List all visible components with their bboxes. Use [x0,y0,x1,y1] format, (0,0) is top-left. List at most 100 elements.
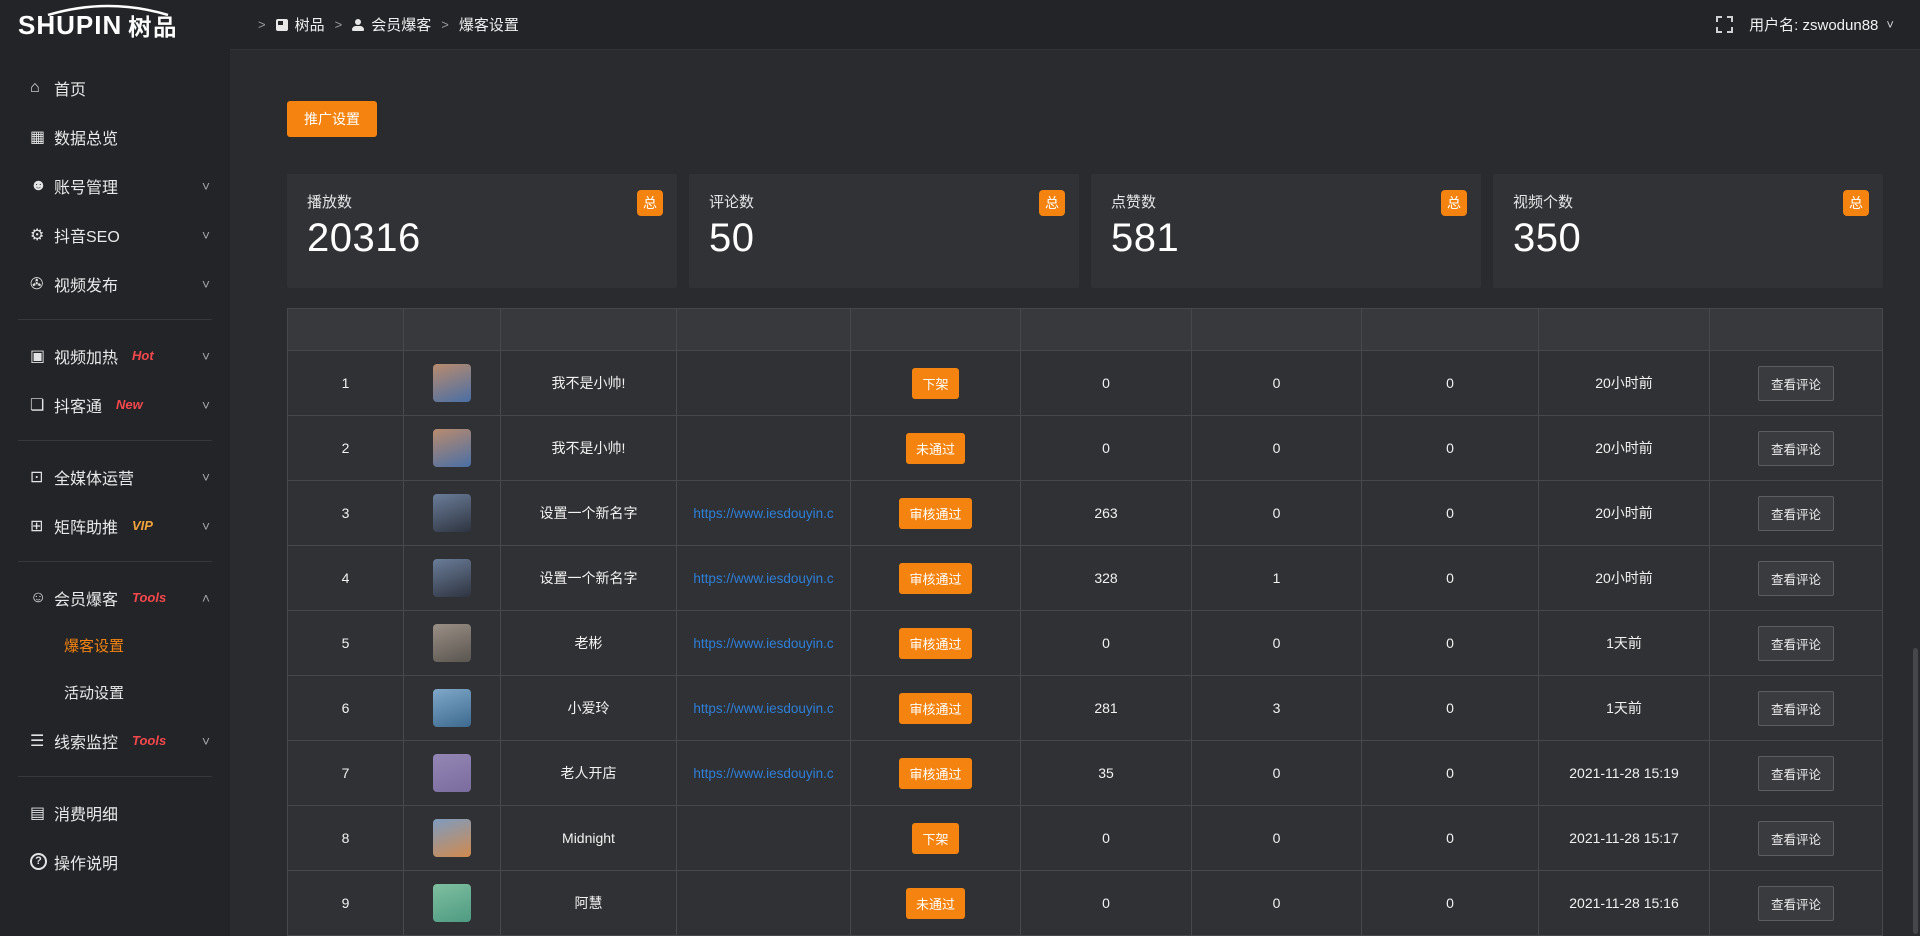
cell-likes: 0 [1192,806,1362,871]
video-link[interactable]: https://www.iesdouyin.c [693,701,833,716]
table-row: 9 阿慧 未通过 0 0 0 2021-11-28 15:16 查看评论 [288,871,1882,936]
chevron-icon: ˅ [202,276,210,292]
cell-time: 2021-11-28 15:19 [1539,741,1710,806]
stat-label: 评论数 [709,191,1059,212]
stat-card-plays: 播放数 20316 总 [287,174,677,288]
sidebar-item-label: 操作说明 [54,850,118,874]
table-header-cell [677,309,851,351]
caret-down-icon[interactable]: ˅ [1886,17,1894,32]
sidebar-item-consume-detail[interactable]: ▤ 消费明细 [0,788,230,837]
sidebar-item-data-overview[interactable]: ▦ 数据总览 [0,112,230,161]
cell-time: 20小时前 [1539,351,1710,416]
cell-comments: 0 [1362,481,1539,546]
cell-nickname: 我不是小帅! [501,351,677,416]
promo-settings-button[interactable]: 推广设置 [287,101,377,137]
sidebar-menu: ⌂ 首页 ▦ 数据总览 ☻ 账号管理 ˅ ⚙ 抖音SEO ˅ ✇ [0,50,230,886]
cell-nickname: 设置一个新名字 [501,481,677,546]
sidebar-item-label: 数据总览 [54,125,118,149]
scrollbar-thumb[interactable] [1913,648,1918,934]
cell-time: 20小时前 [1539,546,1710,611]
cell-comments: 0 [1362,676,1539,741]
sidebar-item-label: 首页 [54,76,86,100]
stat-card-comments: 评论数 50 总 [689,174,1079,288]
cell-avatar [404,611,501,676]
sidebar-item-video-publish[interactable]: ✇ 视频发布 ˅ [0,259,230,308]
breadcrumb-item-member-baoke[interactable]: > 会员爆客 [335,14,432,35]
cell-status: 下架 [851,806,1021,871]
cell-id: 6 [288,676,404,741]
cell-action: 查看评论 [1710,676,1882,741]
cell-nickname: 设置一个新名字 [501,546,677,611]
sidebar-item-douketong[interactable]: ❏ 抖客通 New ˅ [0,380,230,429]
sidebar-item-label: 矩阵助推 [54,514,118,538]
sidebar-item-video-heat[interactable]: ▣ 视频加热 Hot ˅ [0,331,230,380]
cell-plays: 263 [1021,481,1192,546]
cell-nickname: Midnight [501,806,677,871]
sidebar-item-matrix-boost[interactable]: ⊞ 矩阵助推 VIP ˅ [0,501,230,550]
video-link[interactable]: https://www.iesdouyin.c [693,571,833,586]
cell-comments: 0 [1362,416,1539,481]
view-comments-button[interactable]: 查看评论 [1758,366,1834,401]
breadcrumb-icon [352,19,364,31]
sidebar-item-media-operation[interactable]: ⊡ 全媒体运营 ˅ [0,452,230,501]
view-comments-button[interactable]: 查看评论 [1758,821,1834,856]
status-badge: 审核通过 [899,628,971,659]
sidebar-item-activity-settings[interactable]: 活动设置 [0,669,230,716]
cell-status: 未通过 [851,871,1021,936]
sidebar-item-baoke-settings[interactable]: 爆客设置 [0,622,230,669]
username[interactable]: 用户名: zswodun88 [1749,14,1878,35]
view-comments-button[interactable]: 查看评论 [1758,561,1834,596]
logo-arc-icon [44,4,172,16]
cell-plays: 328 [1021,546,1192,611]
cell-link: https://www.iesdouyin.c [677,546,851,611]
breadcrumb-item-baoke-settings[interactable]: > 爆客设置 [441,14,519,35]
avatar [433,429,471,467]
cell-time: 20小时前 [1539,481,1710,546]
view-comments-button[interactable]: 查看评论 [1758,431,1834,466]
avatar [433,494,471,532]
sidebar-item-icon: ☰ [30,731,54,751]
video-link[interactable]: https://www.iesdouyin.c [693,636,833,651]
cell-likes: 0 [1192,871,1362,936]
view-comments-button[interactable]: 查看评论 [1758,626,1834,661]
breadcrumb: > 树品 > 会员爆客 > 爆客设置 [258,14,519,35]
view-comments-button[interactable]: 查看评论 [1758,691,1834,726]
stat-value: 581 [1111,216,1461,261]
sidebar-item-douyin-seo[interactable]: ⚙ 抖音SEO ˅ [0,210,230,259]
view-comments-button[interactable]: 查看评论 [1758,496,1834,531]
cell-plays: 0 [1021,611,1192,676]
cell-id: 4 [288,546,404,611]
video-link[interactable]: https://www.iesdouyin.c [693,766,833,781]
avatar [433,884,471,922]
item-tag: VIP [132,518,153,533]
cell-action: 查看评论 [1710,351,1882,416]
sidebar-item-icon: ▣ [30,346,54,366]
sidebar-item-home[interactable]: ⌂ 首页 [0,63,230,112]
view-comments-button[interactable]: 查看评论 [1758,756,1834,791]
sidebar-item-label: 视频发布 [54,272,118,296]
view-comments-button[interactable]: 查看评论 [1758,886,1834,921]
breadcrumb-item-shupin[interactable]: > 树品 [258,14,325,35]
table-row: 6 小爱玲 https://www.iesdouyin.c 审核通过 281 3… [288,676,1882,741]
cell-link: https://www.iesdouyin.c [677,676,851,741]
cell-comments: 0 [1362,806,1539,871]
sidebar-item-member-baoke[interactable]: ☺ 会员爆客 Tools ˄ [0,573,230,622]
cell-avatar [404,546,501,611]
fullscreen-icon[interactable] [1716,16,1733,33]
cell-plays: 0 [1021,871,1192,936]
total-badge: 总 [1843,190,1869,216]
cell-action: 查看评论 [1710,871,1882,936]
table-header-cell [501,309,677,351]
sidebar-item-operation-guide[interactable]: ? 操作说明 [0,837,230,886]
sidebar-item-icon: ✇ [30,274,54,294]
sidebar-item-clue-monitor[interactable]: ☰ 线索监控 Tools ˅ [0,716,230,765]
cell-status: 审核通过 [851,676,1021,741]
sidebar-item-icon: ? [30,853,47,870]
sidebar-item-account-manage[interactable]: ☻ 账号管理 ˅ [0,161,230,210]
sidebar-item-icon: ⊡ [30,467,54,487]
video-link[interactable]: https://www.iesdouyin.c [693,506,833,521]
sidebar: SHUPIN 树品 ⌂ 首页 ▦ 数据总览 ☻ 账号管理 ˅ ⚙ 抖音SEO [0,0,230,936]
cell-link [677,351,851,416]
cell-nickname: 小爱玲 [501,676,677,741]
status-badge: 审核通过 [899,563,971,594]
